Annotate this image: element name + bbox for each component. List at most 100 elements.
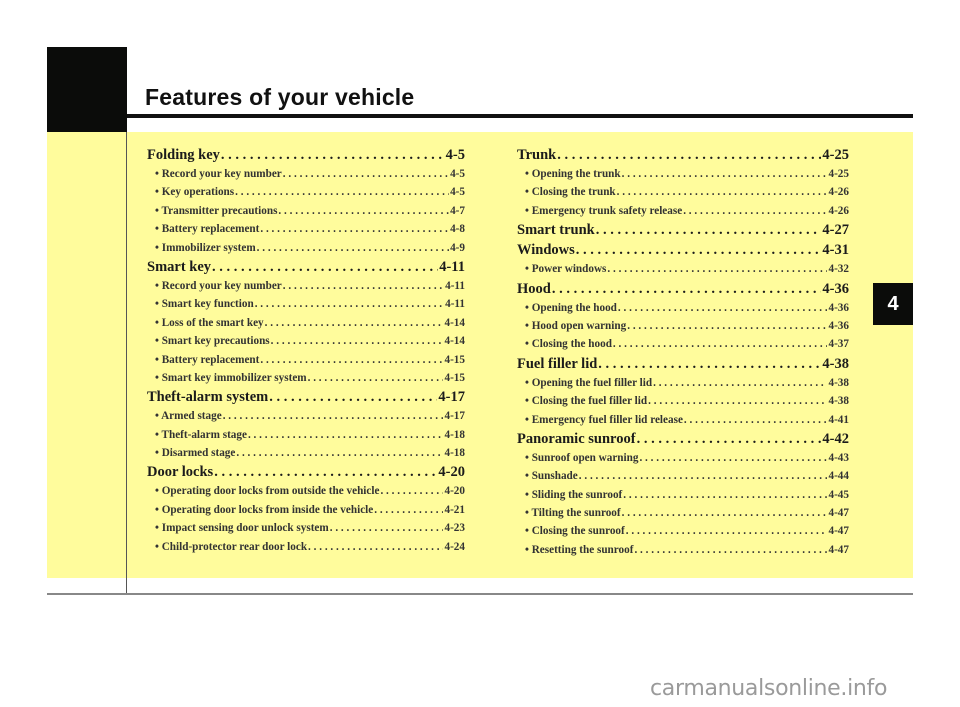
toc-subsection-entry[interactable]: • Emergency trunk safety release 4-26 xyxy=(517,202,849,220)
watermark: carmanualsonline.info xyxy=(650,676,888,701)
toc-page-number: 4-23 xyxy=(444,522,465,535)
toc-page-number: 4-27 xyxy=(822,222,849,239)
toc-leader-dots xyxy=(623,486,827,504)
toc-page-number: 4-18 xyxy=(444,447,465,460)
toc-page-number: 4-41 xyxy=(828,413,849,426)
toc-subsection-entry[interactable]: • Hood open warning 4-36 xyxy=(517,317,849,335)
toc-subsection-entry[interactable]: • Resetting the sunroof 4-47 xyxy=(517,541,849,559)
toc-entry-label: • Resetting the sunroof xyxy=(525,543,634,556)
toc-page-number: 4-38 xyxy=(828,376,849,389)
toc-section-entry[interactable]: Smart trunk 4-27 xyxy=(517,220,849,240)
toc-subsection-entry[interactable]: • Smart key precautions 4-14 xyxy=(147,332,465,350)
toc-page-number: 4-26 xyxy=(828,204,849,217)
toc-page-number: 4-5 xyxy=(450,168,465,180)
chapter-tab[interactable]: 4 xyxy=(873,283,913,325)
toc-leader-dots xyxy=(260,351,443,369)
toc-subsection-entry[interactable]: • Key operations 4-5 xyxy=(147,183,465,201)
toc-leader-dots xyxy=(236,444,443,462)
toc-page-number: 4-42 xyxy=(822,430,849,447)
toc-entry-label: • Closing the fuel filler lid xyxy=(525,395,648,408)
toc-page-number: 4-26 xyxy=(828,186,849,199)
bottom-divider xyxy=(47,593,913,595)
toc-subsection-entry[interactable]: • Opening the fuel filler lid 4-38 xyxy=(517,374,849,392)
toc-subsection-entry[interactable]: • Theft-alarm stage 4-18 xyxy=(147,426,465,444)
toc-subsection-entry[interactable]: • Record your key number 4-5 xyxy=(147,165,465,183)
toc-page-number: 4-17 xyxy=(444,410,465,423)
toc-subsection-entry[interactable]: • Child-protector rear door lock 4-24 xyxy=(147,538,465,556)
toc-leader-dots xyxy=(260,220,449,238)
toc-section-entry[interactable]: Hood 4-36 xyxy=(517,279,849,299)
toc-page-number: 4-36 xyxy=(828,319,849,332)
toc-subsection-entry[interactable]: • Closing the trunk 4-26 xyxy=(517,183,849,201)
toc-subsection-entry[interactable]: • Emergency fuel filler lid release 4-41 xyxy=(517,411,849,429)
toc-subsection-entry[interactable]: • Loss of the smart key 4-14 xyxy=(147,314,465,332)
toc-section-entry[interactable]: Windows 4-31 xyxy=(517,240,849,260)
toc-subsection-entry[interactable]: • Battery replacement 4-15 xyxy=(147,351,465,369)
toc-subsection-entry[interactable]: • Tilting the sunroof 4-47 xyxy=(517,504,849,522)
toc-page-number: 4-15 xyxy=(444,371,465,384)
toc-subsection-entry[interactable]: • Operating door locks from outside the … xyxy=(147,482,465,500)
toc-entry-label: • Child-protector rear door lock xyxy=(155,540,308,553)
toc-subsection-entry[interactable]: • Sunroof open warning 4-43 xyxy=(517,449,849,467)
toc-entry-label: • Operating door locks from outside the … xyxy=(155,485,380,498)
toc-entry-label: • Theft-alarm stage xyxy=(155,428,247,441)
toc-subsection-entry[interactable]: • Smart key immobilizer system 4-15 xyxy=(147,369,465,387)
toc-subsection-entry[interactable]: • Disarmed stage 4-18 xyxy=(147,444,465,462)
toc-leader-dots xyxy=(308,538,443,556)
toc-page-number: 4-15 xyxy=(444,353,465,366)
toc-subsection-entry[interactable]: • Closing the sunroof 4-47 xyxy=(517,522,849,540)
toc-subsection-entry[interactable]: • Smart key function 4-11 xyxy=(147,295,465,313)
toc-subsection-entry[interactable]: • Closing the hood 4-37 xyxy=(517,335,849,353)
toc-entry-label: Trunk xyxy=(517,147,557,163)
toc-entry-label: Panoramic sunroof xyxy=(517,430,636,447)
toc-entry-label: • Hood open warning xyxy=(525,319,627,332)
toc-subsection-entry[interactable]: • Immobilizer system 4-9 xyxy=(147,239,465,257)
toc-leader-dots xyxy=(637,429,822,449)
toc-leader-dots xyxy=(308,369,444,387)
toc-section-entry[interactable]: Panoramic sunroof 4-42 xyxy=(517,429,849,449)
chapter-header-block xyxy=(47,47,127,132)
toc-page-number: 4-45 xyxy=(828,488,849,501)
toc-section-entry[interactable]: Trunk 4-25 xyxy=(517,145,849,165)
toc-subsection-entry[interactable]: • Closing the fuel filler lid 4-38 xyxy=(517,392,849,410)
toc-entry-label: • Opening the hood xyxy=(525,301,617,314)
toc-column-right: Trunk 4-25 • Opening the trunk 4-25 • Closin… xyxy=(517,145,849,559)
toc-subsection-entry[interactable]: • Impact sensing door unlock system 4-23 xyxy=(147,519,465,537)
toc-section-entry[interactable]: Folding key 4-5 xyxy=(147,145,465,165)
toc-entry-label: • Armed stage xyxy=(155,410,222,423)
toc-section-entry[interactable]: Door locks 4-20 xyxy=(147,462,465,482)
toc-section-entry[interactable]: Smart key 4-11 xyxy=(147,257,465,277)
toc-page-number: 4-17 xyxy=(438,389,465,406)
toc-entry-label: Smart trunk xyxy=(517,222,595,239)
toc-subsection-entry[interactable]: • Transmitter precautions 4-7 xyxy=(147,202,465,220)
toc-subsection-entry[interactable]: • Operating door locks from inside the v… xyxy=(147,501,465,519)
toc-section-entry[interactable]: Theft-alarm system 4-17 xyxy=(147,387,465,407)
toc-leader-dots xyxy=(380,482,443,500)
toc-leader-dots xyxy=(634,541,827,559)
toc-section-entry[interactable]: Fuel filler lid 4-38 xyxy=(517,354,849,374)
toc-subsection-entry[interactable]: • Opening the hood 4-36 xyxy=(517,299,849,317)
toc-entry-label: • Opening the fuel filler lid xyxy=(525,376,653,389)
toc-leader-dots xyxy=(221,145,445,165)
toc-subsection-entry[interactable]: • Battery replacement 4-8 xyxy=(147,220,465,238)
toc-leader-dots xyxy=(683,202,827,220)
toc-subsection-entry[interactable]: • Power windows 4-32 xyxy=(517,260,849,278)
toc-subsection-entry[interactable]: • Sunshade 4-44 xyxy=(517,467,849,485)
toc-leader-dots xyxy=(684,411,828,429)
toc-page-number: 4-20 xyxy=(444,485,465,498)
toc-entry-label: • Closing the trunk xyxy=(525,186,616,199)
toc-leader-dots xyxy=(283,165,449,183)
toc-subsection-entry[interactable]: • Sliding the sunroof 4-45 xyxy=(517,486,849,504)
toc-subsection-entry[interactable]: • Opening the trunk 4-25 xyxy=(517,165,849,183)
toc-subsection-entry[interactable]: • Record your key number 4-11 xyxy=(147,277,465,295)
toc-entry-label: • Record your key number xyxy=(155,279,282,292)
toc-entry-label: • Power windows xyxy=(525,263,607,276)
toc-leader-dots xyxy=(278,202,449,220)
toc-leader-dots xyxy=(214,462,437,482)
toc-subsection-entry[interactable]: • Armed stage 4-17 xyxy=(147,407,465,425)
toc-page-number: 4-21 xyxy=(444,503,465,516)
toc-leader-dots xyxy=(552,279,822,299)
toc-leader-dots xyxy=(607,260,827,278)
toc-entry-label: Hood xyxy=(517,280,551,297)
margin-divider xyxy=(126,132,127,594)
